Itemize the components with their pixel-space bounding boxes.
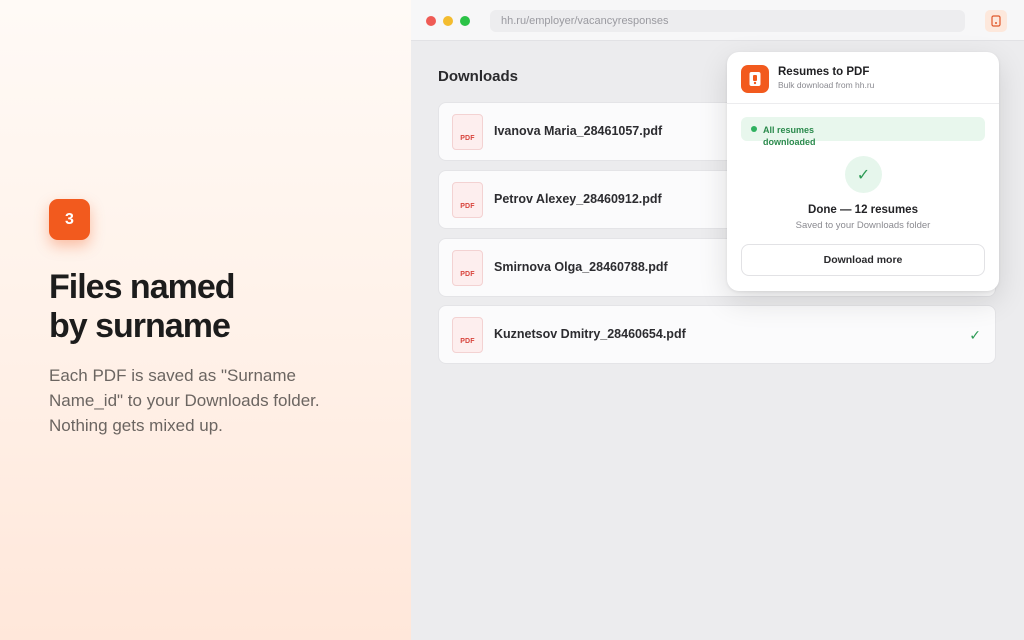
pdf-extension-icon[interactable]	[985, 10, 1007, 32]
pdf-file-icon: PDF	[452, 114, 483, 150]
close-window-button[interactable]	[426, 16, 436, 26]
success-check-icon: ✓	[845, 156, 882, 193]
description-line: Name_id" to your Downloads folder.	[49, 391, 320, 410]
app-logo-icon	[741, 65, 769, 93]
minimize-window-button[interactable]	[443, 16, 453, 26]
file-name: Ivanova Maria_28461057.pdf	[494, 124, 663, 138]
promo-headline: Files named by surname	[49, 268, 389, 346]
download-more-button[interactable]: Download more	[741, 244, 985, 276]
file-name: Smirnova Olga_28460788.pdf	[494, 260, 668, 274]
promo-panel: 3 Files named by surname Each PDF is sav…	[0, 0, 411, 640]
file-name: Kuznetsov Dmitry_28460654.pdf	[494, 327, 686, 341]
extension-popup: Resumes to PDF Bulk download from hh.ru …	[727, 52, 999, 291]
description-line: Nothing gets mixed up.	[49, 416, 223, 435]
done-subtitle: Saved to your Downloads folder	[795, 220, 931, 231]
pdf-file-icon: PDF	[452, 182, 483, 218]
downloads-heading: Downloads	[438, 68, 519, 85]
pdf-label: PDF	[460, 135, 475, 142]
pdf-label: PDF	[460, 271, 475, 278]
file-name: Petrov Alexey_28460912.pdf	[494, 192, 662, 206]
popup-header: Resumes to PDF Bulk download from hh.ru	[727, 52, 999, 104]
done-title: Done — 12 resumes	[808, 204, 918, 216]
status-badge: All resumes downloaded	[741, 117, 985, 147]
checkmark-icon: ✓	[969, 327, 981, 343]
browser-titlebar: hh.ru/employer/vacancyresponses	[411, 0, 1024, 41]
headline-line: Files named	[49, 268, 236, 306]
pdf-label: PDF	[460, 338, 475, 345]
promo-description: Each PDF is saved as "Surname Name_id" t…	[49, 363, 379, 438]
headline-line: by surname	[49, 307, 231, 345]
pdf-label: PDF	[460, 203, 475, 210]
app-title: Resumes to PDF	[778, 66, 870, 78]
app-subtitle: Bulk download from hh.ru	[778, 80, 875, 90]
document-icon	[749, 72, 761, 86]
pdf-file-icon: PDF	[452, 317, 483, 353]
pdf-file-icon: PDF	[452, 250, 483, 286]
maximize-window-button[interactable]	[460, 16, 470, 26]
status-text: All resumes downloaded	[763, 125, 816, 147]
document-icon	[991, 15, 1001, 27]
description-line: Each PDF is saved as "Surname	[49, 366, 296, 385]
download-item[interactable]: PDF Kuznetsov Dmitry_28460654.pdf ✓	[438, 305, 996, 364]
status-dot-icon	[751, 126, 757, 132]
address-bar[interactable]: hh.ru/employer/vacancyresponses	[490, 10, 965, 32]
step-badge: 3	[49, 199, 90, 240]
